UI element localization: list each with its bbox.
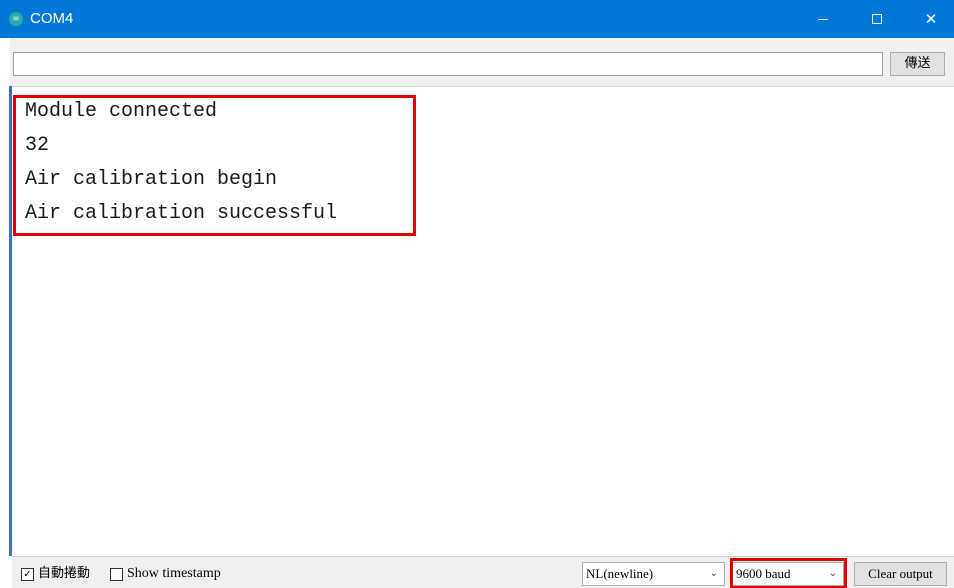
timestamp-label[interactable]: Show timestamp — [127, 566, 221, 582]
clear-output-button[interactable]: Clear output — [854, 562, 947, 586]
maximize-icon — [872, 14, 882, 24]
close-icon: ✕ — [924, 10, 938, 28]
autoscroll-label[interactable]: 自動捲動 — [38, 566, 90, 582]
send-button[interactable]: 傳送 — [890, 52, 945, 76]
minimize-icon — [818, 19, 828, 20]
maximize-button[interactable] — [854, 0, 900, 38]
minimize-button[interactable] — [800, 0, 846, 38]
title-bar[interactable]: ∞ COM4 ✕ — [0, 0, 954, 38]
line-ending-value: NL(newline) — [586, 566, 654, 581]
baud-highlight-box — [730, 558, 847, 588]
output-highlight-box — [13, 95, 416, 236]
close-button[interactable]: ✕ — [908, 0, 954, 38]
arduino-infinity-icon: ∞ — [9, 12, 23, 26]
bottom-toolbar: ✓ 自動捲動 Show timestamp NL(newline) ⌄ 9600… — [12, 556, 954, 588]
timestamp-checkbox[interactable] — [110, 568, 123, 581]
chevron-down-icon: ⌄ — [709, 568, 718, 579]
serial-monitor-window: ∞ COM4 ✕ 傳送 Module connected 32 Air cali… — [0, 0, 954, 588]
window-title: COM4 — [30, 10, 74, 27]
line-ending-select[interactable]: NL(newline) ⌄ — [582, 562, 725, 586]
send-input[interactable] — [13, 52, 883, 76]
autoscroll-checkbox[interactable]: ✓ — [21, 568, 34, 581]
send-row: 傳送 — [10, 38, 954, 86]
